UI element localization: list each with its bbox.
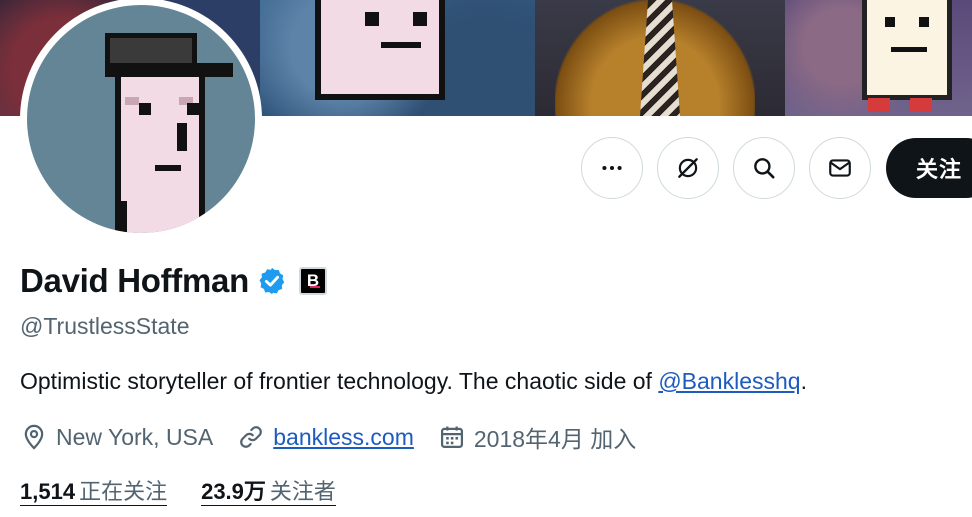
calendar-icon: [440, 426, 463, 449]
follow-button-label: 关注: [916, 157, 963, 182]
mail-icon: [829, 159, 851, 177]
avatar-hat-brim: [105, 63, 233, 77]
display-name: David Hoffman: [20, 262, 249, 299]
avatar-eye: [187, 103, 199, 115]
profile-page: 关注 David Hoffman B @TrustlessState Optim…: [0, 0, 972, 517]
bio-text: Optimistic storyteller of frontier techn…: [20, 368, 659, 394]
banner-duck-foot: [868, 98, 890, 112]
avatar[interactable]: [27, 5, 255, 233]
joined-date: 2018年4月 加入: [473, 426, 637, 452]
profile-name-row: David Hoffman B: [20, 262, 327, 300]
website-link[interactable]: bankless.com: [273, 424, 414, 451]
following-count: 1,514: [20, 479, 76, 504]
followers-count: 23.9万: [201, 479, 266, 504]
location-icon: [24, 424, 44, 450]
verified-badge-icon[interactable]: [257, 266, 287, 296]
avatar-nose: [177, 123, 187, 151]
search-button[interactable]: [733, 137, 795, 199]
location-text: New York, USA: [56, 423, 214, 450]
profile-meta: New York, USA bankless.com 2018年4月 加入: [20, 420, 660, 454]
profile-stats: 1,514 正在关注 23.9万 关注者: [20, 480, 370, 506]
location-item: New York, USA: [20, 423, 213, 451]
message-button[interactable]: [809, 137, 871, 199]
avatar-eye: [139, 103, 151, 115]
avatar-mouth: [155, 165, 181, 171]
joined-item: 2018年4月 加入: [438, 420, 636, 454]
follow-button[interactable]: 关注: [886, 138, 972, 198]
link-icon: [240, 426, 263, 448]
more-icon: [602, 165, 622, 171]
following-label: 正在关注: [79, 479, 168, 504]
banner-pixel-face: [315, 0, 445, 100]
profile-actions: [581, 136, 885, 200]
user-handle: @TrustlessState: [20, 313, 190, 339]
website-item: bankless.com: [237, 423, 414, 451]
avatar-collar: [115, 201, 127, 233]
following-link[interactable]: 1,514 正在关注: [20, 479, 168, 506]
affiliate-badge[interactable]: B: [298, 267, 327, 295]
more-button[interactable]: [581, 137, 643, 199]
bio-end: .: [800, 368, 807, 394]
profile-bio: Optimistic storyteller of frontier techn…: [20, 368, 807, 395]
grok-icon: [678, 158, 698, 178]
followers-label: 关注者: [269, 479, 336, 504]
grok-button[interactable]: [657, 137, 719, 199]
followers-link[interactable]: 23.9万 关注者: [201, 480, 336, 506]
banner-duck-foot: [910, 98, 932, 112]
bio-mention-link[interactable]: @Banklesshq: [658, 368, 800, 394]
search-icon: [754, 158, 775, 179]
banner-pixel-duck: [862, 0, 952, 100]
